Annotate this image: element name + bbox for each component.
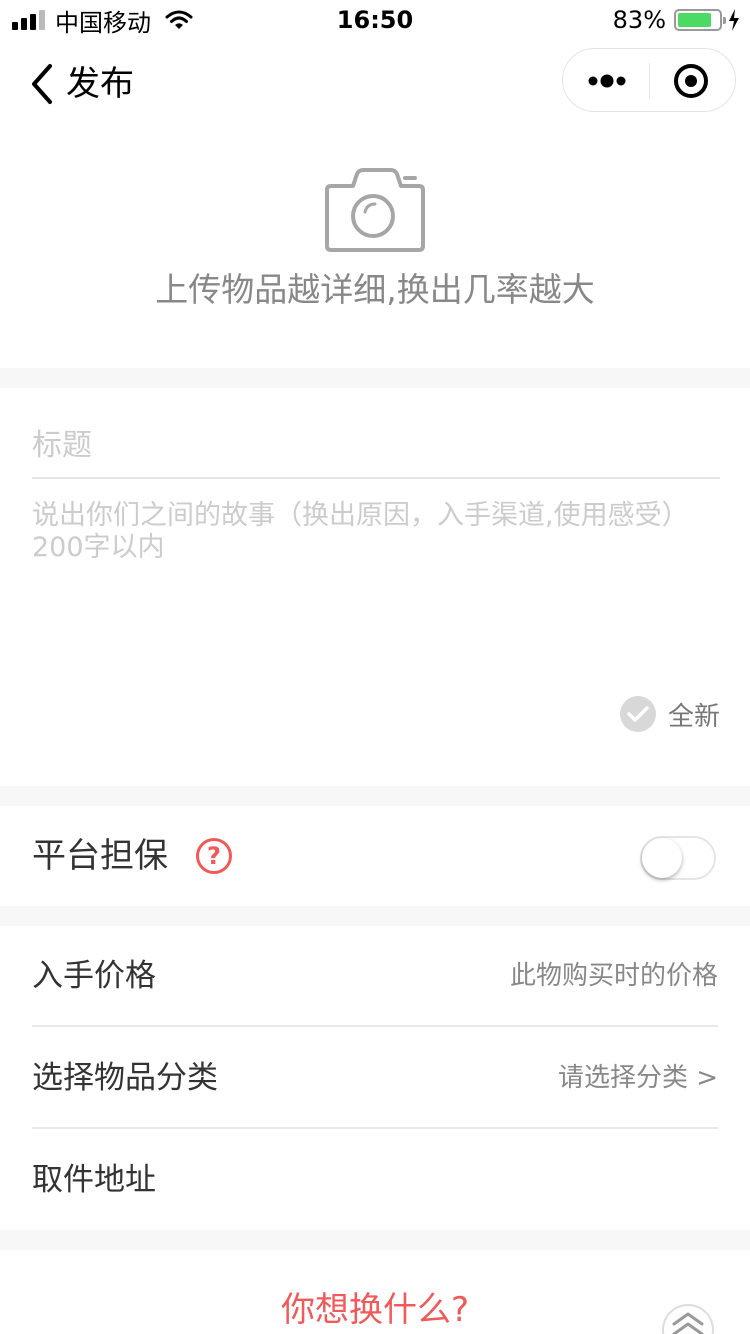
title-input[interactable] — [32, 412, 720, 478]
description-card: 全新 — [0, 388, 750, 786]
want-section: 你想换什么? — [0, 1250, 750, 1334]
details-list: 入手价格 此物购买时的价格 选择物品分类 请选择分类 > 取件地址 — [0, 926, 750, 1230]
row-divider — [32, 1127, 718, 1129]
price-label: 入手价格 — [32, 958, 156, 994]
status-bar: 中国移动 16:50 83% — [0, 0, 750, 40]
price-input[interactable]: 此物购买时的价格 — [510, 958, 718, 994]
target-icon[interactable] — [673, 63, 709, 99]
new-condition-toggle[interactable]: 全新 — [619, 694, 720, 734]
title-divider — [32, 477, 720, 479]
nav-bar: 发布 — [0, 40, 750, 128]
row-divider — [32, 1025, 718, 1027]
chevron-left-icon[interactable] — [28, 62, 58, 106]
switch-knob — [642, 838, 682, 878]
new-condition-label: 全新 — [667, 701, 720, 732]
capsule-divider — [649, 63, 650, 99]
bolt-icon — [729, 9, 739, 31]
address-label: 取件地址 — [32, 1162, 156, 1198]
battery-fill — [678, 13, 712, 27]
more-dots-icon[interactable] — [587, 67, 627, 95]
page-title: 发布 — [66, 64, 134, 104]
camera-icon[interactable] — [323, 164, 427, 256]
price-row[interactable]: 入手价格 此物购买时的价格 — [32, 926, 718, 1026]
address-row[interactable]: 取件地址 — [32, 1130, 718, 1230]
chevron-up-icon[interactable] — [662, 1304, 714, 1334]
guarantee-label: 平台担保 — [32, 836, 168, 876]
battery-group: 83% — [613, 4, 740, 36]
mini-program-capsule — [562, 48, 736, 112]
battery-percent: 83% — [612, 6, 666, 34]
battery-icon — [674, 9, 726, 31]
photo-upload-area[interactable]: 上传物品越详细,换出几率越大 — [0, 128, 750, 368]
category-label: 选择物品分类 — [32, 1060, 218, 1096]
story-textarea[interactable] — [32, 500, 720, 680]
want-heading: 你想换什么? — [280, 1290, 470, 1330]
question-icon[interactable]: ? — [196, 838, 232, 874]
category-picker[interactable]: 请选择分类 > — [558, 1060, 718, 1096]
category-row[interactable]: 选择物品分类 请选择分类 > — [32, 1028, 718, 1128]
check-icon[interactable] — [619, 696, 656, 732]
guarantee-switch[interactable] — [640, 836, 716, 880]
platform-guarantee-row: 平台担保 ? — [0, 806, 750, 906]
upload-hint: 上传物品越详细,换出几率越大 — [155, 270, 595, 309]
